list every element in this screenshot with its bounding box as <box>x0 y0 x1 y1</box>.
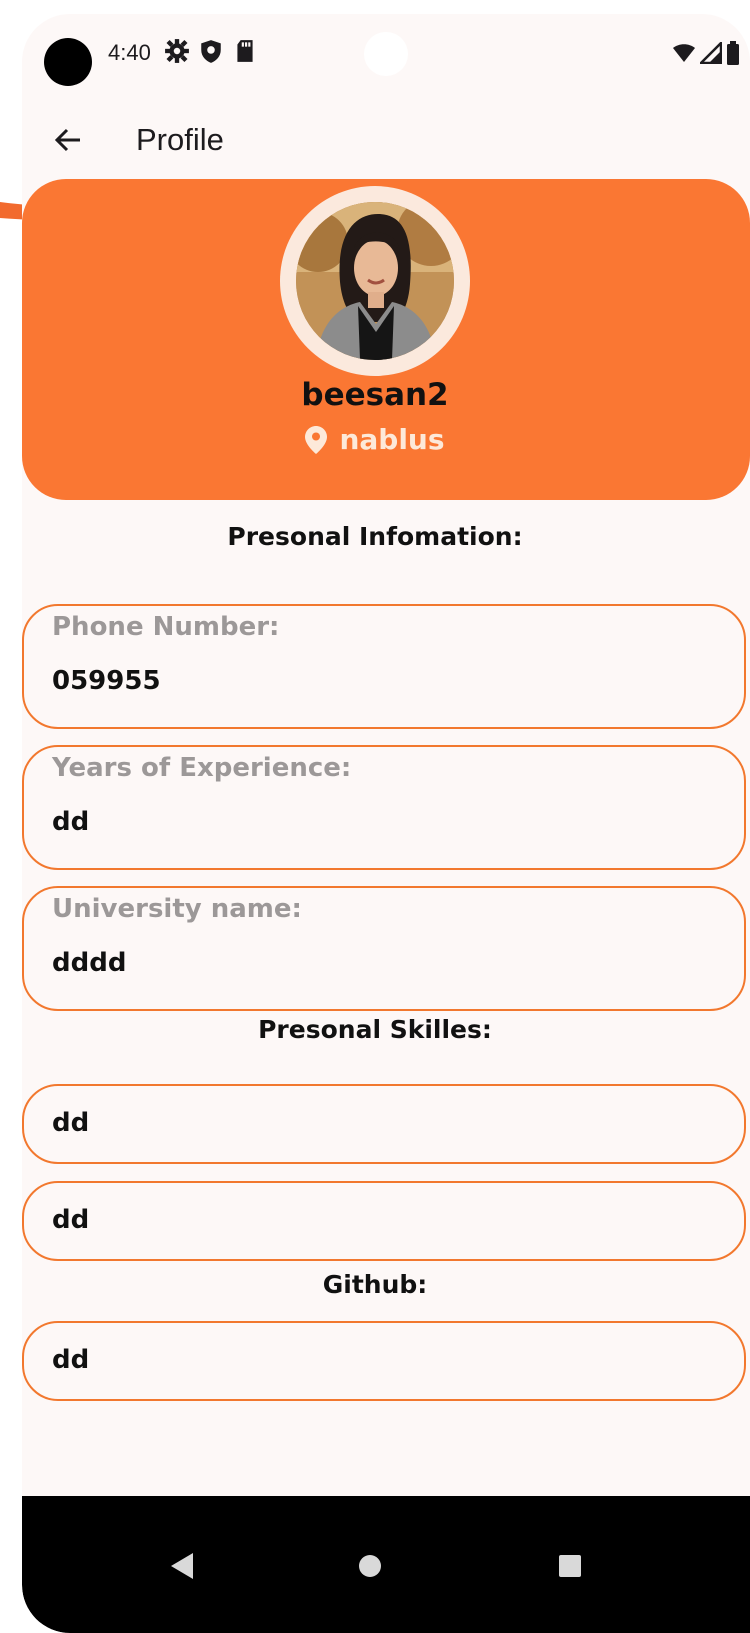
sd-card-icon <box>237 40 253 62</box>
avatar-ring <box>280 186 470 376</box>
personal-info-title: Presonal Infomation: <box>227 522 523 551</box>
battery-icon <box>727 41 739 65</box>
avatar[interactable] <box>296 202 454 360</box>
github-value: dd <box>52 1345 90 1375</box>
phone-number-value: 059955 <box>52 666 161 696</box>
camera-cutout <box>44 38 92 86</box>
username: beesan2 <box>301 377 449 413</box>
page-title: Profile <box>136 122 224 157</box>
years-experience-value: dd <box>52 807 90 837</box>
years-experience-label: Years of Experience: <box>52 753 352 783</box>
screenshot-canvas: 4:40 Profile beesan2 nablus Presonal Inf… <box>0 0 750 1633</box>
arrow-back-icon <box>54 128 80 152</box>
front-camera <box>364 32 408 76</box>
back-triangle-icon <box>171 1553 193 1579</box>
skills-title: Presonal Skilles: <box>258 1015 492 1044</box>
university-name-field[interactable]: University name: dddd <box>22 886 746 1011</box>
location-text: nablus <box>339 423 445 456</box>
wifi-icon <box>673 44 695 62</box>
nav-back-button[interactable] <box>152 1536 212 1596</box>
phone-number-field[interactable]: Phone Number: 059955 <box>22 604 746 729</box>
skill-item[interactable]: dd <box>22 1181 746 1261</box>
github-title: Github: <box>322 1270 428 1299</box>
gear-icon <box>165 39 189 63</box>
university-name-value: dddd <box>52 948 127 978</box>
status-time: 4:40 <box>108 40 151 65</box>
shield-icon <box>201 40 221 63</box>
github-field[interactable]: dd <box>22 1321 746 1401</box>
nav-recents-button[interactable] <box>540 1536 600 1596</box>
cell-signal-icon <box>700 42 722 64</box>
nav-home-button[interactable] <box>340 1536 400 1596</box>
years-experience-field[interactable]: Years of Experience: dd <box>22 745 746 870</box>
back-button[interactable] <box>40 112 96 168</box>
profile-header-card: beesan2 nablus <box>22 179 750 500</box>
home-circle-icon <box>359 1555 381 1577</box>
skill-item[interactable]: dd <box>22 1084 746 1164</box>
status-right-icons <box>672 40 740 66</box>
skill-item-value: dd <box>52 1108 90 1138</box>
app-bar: Profile <box>22 98 750 188</box>
recents-square-icon <box>559 1555 581 1577</box>
university-name-label: University name: <box>52 894 302 924</box>
status-bar: 4:40 <box>22 14 750 94</box>
phone-number-label: Phone Number: <box>52 612 280 642</box>
location-pin-icon <box>305 425 328 454</box>
avatar-photo <box>296 202 454 360</box>
location-row: nablus <box>22 423 728 456</box>
skill-item-value: dd <box>52 1205 90 1235</box>
system-nav-bar <box>22 1496 750 1633</box>
phone-screen: 4:40 Profile beesan2 nablus Presonal Inf… <box>22 14 750 1633</box>
